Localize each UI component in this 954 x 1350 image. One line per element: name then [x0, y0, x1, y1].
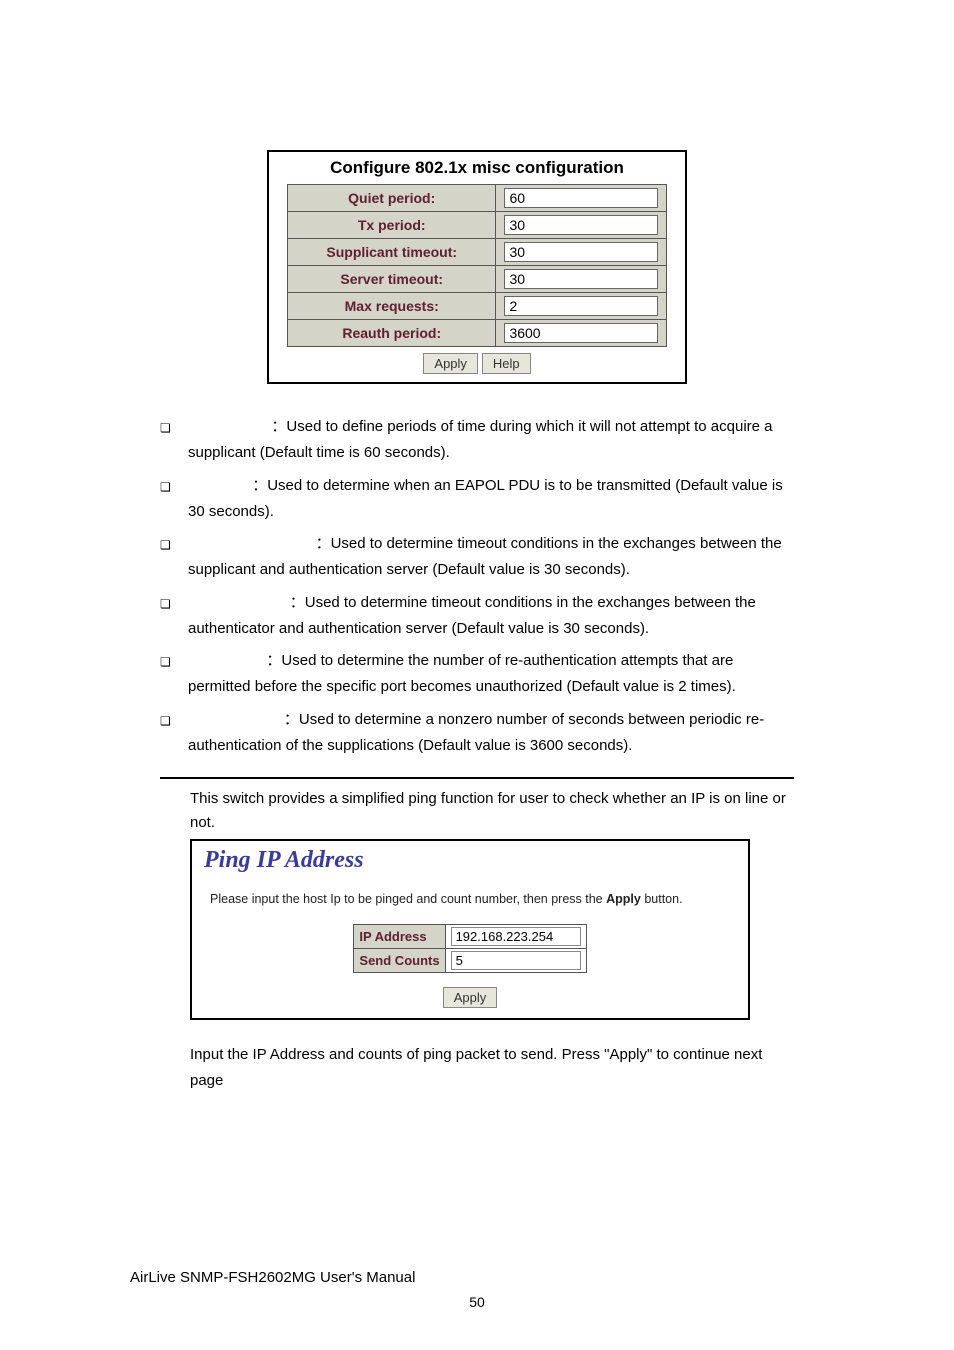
reauth-period-label: Reauth period: [288, 320, 496, 347]
quiet-period-label: Quiet period: [288, 185, 496, 212]
row-quiet-period: Quiet period: [288, 185, 667, 212]
ping-after-text: Input the IP Address and counts of ping … [190, 1042, 794, 1093]
ip-address-input[interactable] [451, 927, 581, 946]
max-requests-input[interactable] [504, 296, 658, 316]
checkbox-icon: ❏ [160, 473, 188, 498]
ping-description: This switch provides a simplified ping f… [190, 787, 794, 835]
page-number: 50 [130, 1294, 824, 1310]
checkbox-icon: ❏ [160, 531, 188, 556]
ping-row-ip: IP Address [354, 925, 586, 949]
row-tx-period: Tx period: [288, 212, 667, 239]
supplicant-timeout-input[interactable] [504, 242, 658, 262]
section-divider [160, 777, 794, 779]
send-counts-input[interactable] [451, 951, 581, 970]
ip-address-label: IP Address [354, 925, 445, 949]
row-max-requests: Max requests: [288, 293, 667, 320]
bullet-supplicant-timeout: ❏ Supplicant Timeout：Used to determine t… [160, 531, 794, 584]
bullet-reauthmax: ❏ ReAuthMax：Used to determine the number… [160, 648, 794, 701]
bullet-reauth-period: ❏ Reauth Period：Used to determine a nonz… [160, 707, 794, 760]
ping-row-counts: Send Counts [354, 949, 586, 973]
checkbox-icon: ❏ [160, 707, 188, 732]
max-requests-label: Max requests: [288, 293, 496, 320]
ping-table: IP Address Send Counts [353, 924, 586, 973]
checkbox-icon: ❏ [160, 590, 188, 615]
bullet-label: Quiet Period [188, 414, 271, 440]
bullet-label: Reauth Period [188, 707, 284, 733]
ping-panel-title: Ping IP Address [192, 841, 748, 892]
bullet-label: Server Timeout [188, 590, 290, 616]
config-help-button[interactable]: Help [482, 353, 531, 374]
tx-period-input[interactable] [504, 215, 658, 235]
row-server-timeout: Server timeout: [288, 266, 667, 293]
footer: AirLive SNMP-FSH2602MG User's Manual 50 [130, 1269, 824, 1310]
bullet-quiet-period: ❏ Quiet Period：Used to define periods of… [160, 414, 794, 467]
quiet-period-input[interactable] [504, 188, 658, 208]
send-counts-label: Send Counts [354, 949, 445, 973]
config-802.1x-panel: Configure 802.1x misc configuration Quie… [267, 150, 687, 384]
config-table: Quiet period: Tx period: Supplicant time… [287, 184, 667, 347]
row-supplicant-timeout: Supplicant timeout: [288, 239, 667, 266]
bullet-label: Supplicant Timeout [188, 531, 316, 557]
bullet-label: Tx Period [188, 473, 252, 499]
bullet-text: Used to determine when an EAPOL PDU is t… [188, 477, 783, 520]
bullet-list: ❏ Quiet Period：Used to define periods of… [160, 414, 794, 759]
config-apply-button[interactable]: Apply [423, 353, 478, 374]
config-title: Configure 802.1x misc configuration [269, 152, 685, 184]
ping-panel: Ping IP Address Please input the host Ip… [190, 839, 750, 1020]
bullet-server-timeout: ❏ Server Timeout：Used to determine timeo… [160, 590, 794, 643]
ping-instruction: Please input the host Ip to be pinged an… [192, 892, 748, 924]
supplicant-timeout-label: Supplicant timeout: [288, 239, 496, 266]
tx-period-label: Tx period: [288, 212, 496, 239]
bullet-label: ReAuthMax [188, 648, 266, 674]
checkbox-icon: ❏ [160, 648, 188, 673]
ping-apply-button[interactable]: Apply [443, 987, 498, 1008]
reauth-period-input[interactable] [504, 323, 658, 343]
manual-title: AirLive SNMP-FSH2602MG User's Manual [130, 1269, 824, 1286]
row-reauth-period: Reauth period: [288, 320, 667, 347]
server-timeout-label: Server timeout: [288, 266, 496, 293]
bullet-tx-period: ❏ Tx Period：Used to determine when an EA… [160, 473, 794, 526]
checkbox-icon: ❏ [160, 414, 188, 439]
server-timeout-input[interactable] [504, 269, 658, 289]
